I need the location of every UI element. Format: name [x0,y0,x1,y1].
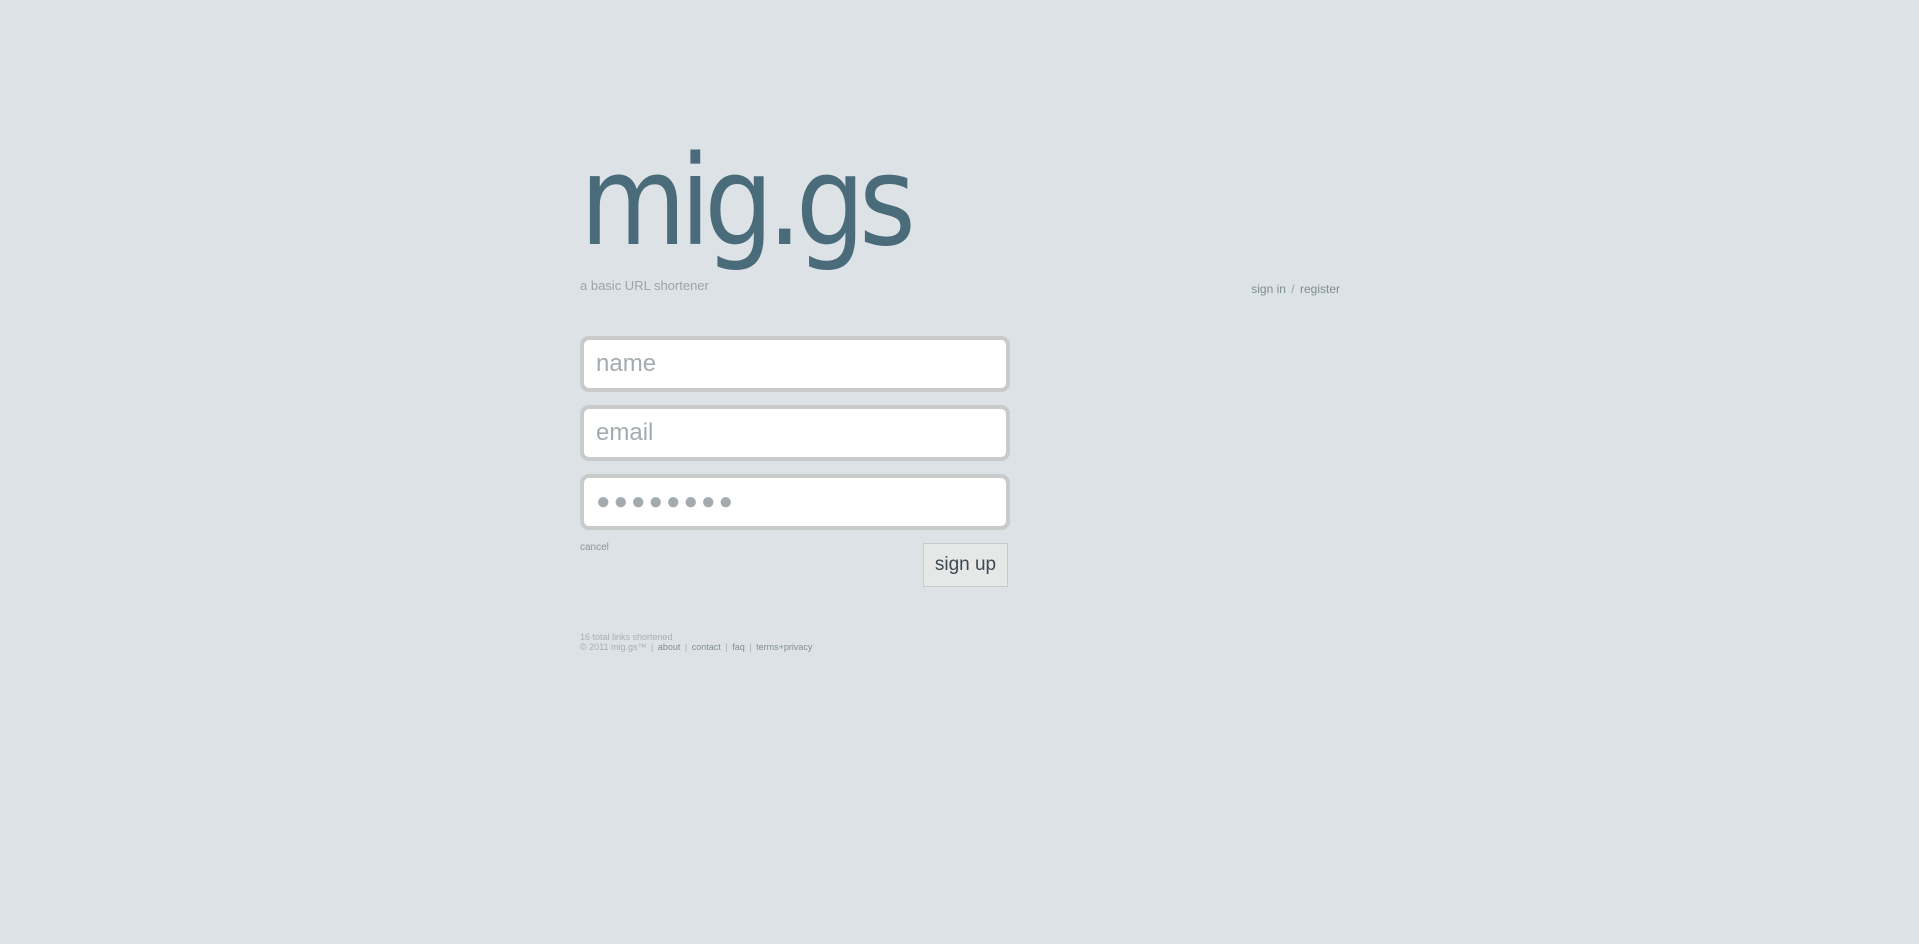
footer-link-contact[interactable]: contact [692,642,721,652]
footer-line: © 2011 mig.gs™ | about | contact | faq |… [580,642,812,652]
sign-up-button[interactable]: sign up [923,543,1008,587]
footer-divider: | [651,642,654,652]
site-tagline: a basic URL shortener [580,278,709,293]
footer-divider: | [684,642,688,652]
name-field[interactable] [580,336,1010,392]
footer-divider: | [725,642,728,652]
auth-links: sign in / register [1250,282,1340,296]
footer: 16 total links shortened © 2011 mig.gs™ … [580,632,812,652]
site-logo[interactable]: mig.gs [580,140,916,280]
cancel-link[interactable]: cancel [580,542,609,553]
password-field[interactable] [580,474,1010,530]
copyright-text: © 2011 mig.gs™ [580,642,647,652]
footer-link-faq[interactable]: faq [732,642,745,652]
footer-link-terms-privacy[interactable]: terms+privacy [756,642,812,652]
email-field[interactable] [580,405,1010,461]
auth-separator: / [1291,282,1295,296]
footer-link-about[interactable]: about [658,642,681,652]
sign-in-link[interactable]: sign in [1251,282,1286,296]
register-link[interactable]: register [1300,282,1340,296]
page: mig.gs a basic URL shortener sign in / r… [0,0,1919,944]
links-stats: 16 total links shortened [580,632,673,642]
footer-divider: | [749,642,752,652]
